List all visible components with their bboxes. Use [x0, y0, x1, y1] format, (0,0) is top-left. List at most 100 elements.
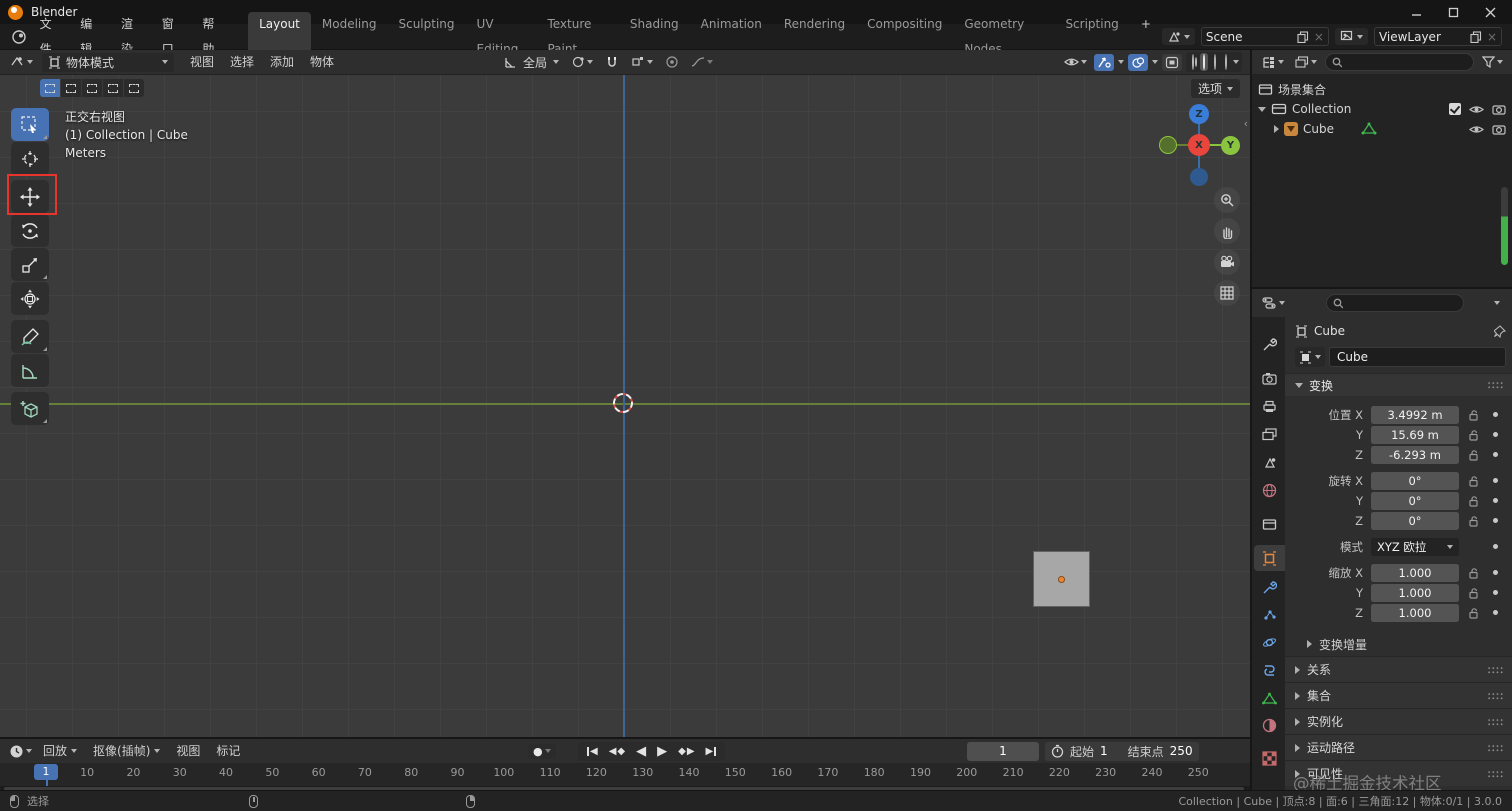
object-id-dropdown[interactable]: [1295, 347, 1325, 367]
rotation-x-field[interactable]: 0°: [1371, 471, 1459, 490]
outliner-search[interactable]: [1325, 53, 1474, 71]
select-set-button[interactable]: [40, 79, 60, 97]
remove-viewlayer-icon[interactable]: ×: [1487, 31, 1497, 43]
next-keyframe-button[interactable]: ◆ ▶: [673, 745, 699, 758]
lock-icon[interactable]: [1468, 567, 1480, 579]
end-frame-field[interactable]: 250: [1170, 744, 1193, 758]
stopwatch-icon[interactable]: [1051, 744, 1064, 758]
motion-paths-panel[interactable]: 运动路径: [1285, 734, 1512, 760]
lock-icon[interactable]: [1468, 475, 1480, 487]
rotation-y-field[interactable]: 0°: [1371, 491, 1459, 510]
scene-collection-row[interactable]: 场景集合: [1252, 79, 1512, 99]
texture-properties-tab[interactable]: [1254, 745, 1285, 771]
collection-checkbox[interactable]: [1449, 103, 1461, 115]
scale-y-field[interactable]: 1.000: [1371, 583, 1459, 602]
render-properties-tab[interactable]: [1254, 365, 1285, 391]
shading-wireframe-button[interactable]: [1189, 53, 1197, 71]
animate-dot[interactable]: [1493, 452, 1498, 457]
animate-dot[interactable]: [1493, 498, 1498, 503]
properties-search-input[interactable]: [1346, 297, 1457, 309]
lock-icon[interactable]: [1468, 607, 1480, 619]
transform-panel-header[interactable]: 变换: [1285, 373, 1512, 396]
particle-properties-tab[interactable]: [1254, 601, 1285, 627]
lock-icon[interactable]: [1468, 449, 1480, 461]
viewlayer-browse-button[interactable]: [1334, 28, 1368, 45]
transform-orientation-dropdown[interactable]: 全局: [500, 52, 562, 73]
auto-key-record-button[interactable]: ●: [533, 745, 543, 758]
animate-dot[interactable]: [1493, 570, 1498, 575]
pivot-point-dropdown[interactable]: [568, 53, 596, 71]
sidebar-collapse-chevron[interactable]: ‹: [1244, 117, 1248, 130]
menu-select[interactable]: 选择: [222, 50, 262, 75]
outliner-display-mode-dropdown[interactable]: [1292, 54, 1320, 71]
delta-transform-subpanel[interactable]: 变换增量: [1285, 632, 1512, 656]
gizmo-z-axis[interactable]: Z: [1189, 104, 1209, 124]
menu-keying[interactable]: 抠像(插帧): [85, 739, 168, 764]
lock-icon[interactable]: [1468, 587, 1480, 599]
outliner-scrollbar[interactable]: [1501, 187, 1508, 265]
jump-to-start-button[interactable]: ◀: [582, 745, 603, 758]
collection-camera-icon[interactable]: [1492, 104, 1506, 115]
modifier-properties-tab[interactable]: [1254, 574, 1285, 600]
animate-dot[interactable]: [1493, 590, 1498, 595]
object-data-properties-tab[interactable]: [1254, 685, 1285, 711]
current-frame-field[interactable]: 1: [967, 741, 1039, 761]
menu-markers[interactable]: 标记: [208, 739, 248, 764]
annotate-tool[interactable]: [11, 320, 49, 353]
lock-icon[interactable]: [1468, 429, 1480, 441]
collections-panel[interactable]: 集合: [1285, 682, 1512, 708]
zoom-button[interactable]: [1214, 187, 1240, 213]
animate-dot[interactable]: [1493, 610, 1498, 615]
timeline-ruler[interactable]: 1 10 20 30 40 50 60 70 80 90 100 110 120 130 140 150 16…: [0, 763, 1250, 787]
cube-eye-icon[interactable]: [1469, 124, 1484, 135]
outliner-editor-type-dropdown[interactable]: [1258, 54, 1287, 71]
cube-object[interactable]: [1033, 551, 1090, 607]
lock-icon[interactable]: [1468, 495, 1480, 507]
rotate-tool[interactable]: [11, 214, 49, 247]
object-properties-tab[interactable]: [1254, 545, 1285, 571]
gizmo-x-axis[interactable]: X: [1188, 134, 1210, 156]
rotation-mode-dropdown[interactable]: XYZ 欧拉: [1371, 537, 1459, 556]
relations-panel[interactable]: 关系: [1285, 656, 1512, 682]
options-dropdown[interactable]: 选项: [1190, 79, 1240, 98]
new-viewlayer-icon[interactable]: [1470, 30, 1482, 43]
select-subtract-button[interactable]: [82, 79, 102, 97]
scene-name-field[interactable]: Scene ×: [1200, 27, 1329, 46]
prev-keyframe-button[interactable]: ◀ ◆: [604, 745, 630, 758]
pan-hand-button[interactable]: [1214, 218, 1240, 244]
play-reverse-button[interactable]: ◀: [631, 743, 651, 760]
properties-search[interactable]: [1326, 294, 1464, 312]
animate-dot[interactable]: [1493, 518, 1498, 523]
collection-row[interactable]: Collection: [1252, 99, 1512, 119]
properties-options-dropdown[interactable]: [1494, 301, 1500, 305]
measure-tool[interactable]: [11, 354, 49, 387]
viewlayer-properties-tab[interactable]: [1254, 421, 1285, 447]
play-button[interactable]: ▶: [652, 743, 672, 760]
visibility-panel[interactable]: 可见性: [1285, 760, 1512, 786]
scene-properties-tab[interactable]: [1254, 449, 1285, 475]
scene-browse-button[interactable]: [1161, 28, 1195, 45]
properties-editor-type-dropdown[interactable]: [1258, 294, 1288, 312]
editor-type-dropdown[interactable]: [6, 53, 36, 71]
shading-solid-button[interactable]: [1200, 53, 1208, 71]
animate-dot[interactable]: [1493, 478, 1498, 483]
collection-eye-icon[interactable]: [1469, 104, 1484, 115]
scale-x-field[interactable]: 1.000: [1371, 563, 1459, 582]
animate-dot[interactable]: [1493, 432, 1498, 437]
snap-toggle[interactable]: [602, 53, 622, 71]
rotation-z-field[interactable]: 0°: [1371, 511, 1459, 530]
collection-properties-tab[interactable]: [1254, 511, 1285, 537]
viewport-3d[interactable]: 正交右视图 (1) Collection | Cube Meters 选项 Z …: [0, 75, 1250, 737]
camera-view-button[interactable]: [1214, 249, 1240, 275]
animate-dot[interactable]: [1493, 544, 1498, 549]
expand-collection-icon[interactable]: [1258, 106, 1266, 112]
menu-view-timeline[interactable]: 视图: [168, 739, 208, 764]
proportional-editing-toggle[interactable]: [662, 53, 682, 71]
shading-material-button[interactable]: [1211, 53, 1219, 71]
location-y-field[interactable]: 15.69 m: [1371, 425, 1459, 444]
gizmo-neg-z-axis[interactable]: [1190, 168, 1208, 186]
snap-target-dropdown[interactable]: [628, 53, 656, 71]
timeline-editor-type-dropdown[interactable]: [6, 742, 35, 761]
xray-toggle[interactable]: [1162, 53, 1182, 71]
new-scene-icon[interactable]: [1297, 30, 1309, 43]
